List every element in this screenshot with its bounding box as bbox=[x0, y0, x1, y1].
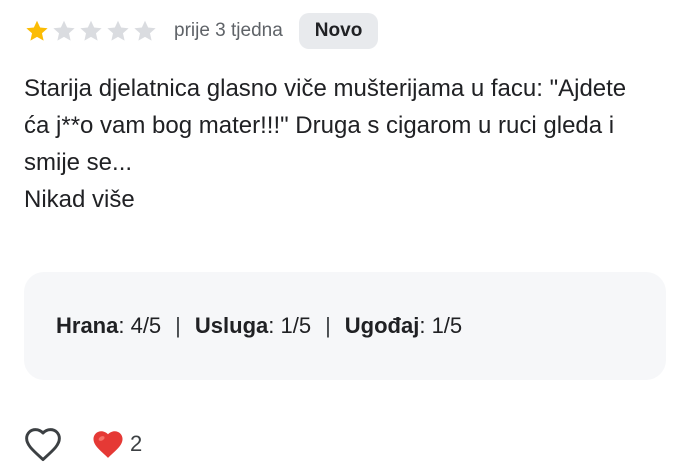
heart-outline-icon bbox=[25, 428, 61, 462]
review-actions: 2 bbox=[22, 422, 142, 466]
separator: | bbox=[175, 313, 181, 338]
like-button[interactable] bbox=[22, 424, 64, 464]
review-text-line: Nikad više bbox=[24, 186, 135, 213]
review-time: prije 3 tjedna bbox=[174, 20, 283, 41]
new-badge: Novo bbox=[298, 13, 379, 49]
food-rating-label: Hrana bbox=[56, 313, 119, 338]
star-rating bbox=[24, 18, 158, 44]
service-rating-value: : 1/5 bbox=[268, 313, 312, 338]
review-text-line: Starija djelatnica glasno viče mušterija… bbox=[24, 75, 627, 176]
red-heart-icon bbox=[93, 431, 123, 458]
sub-ratings-panel: Hrana: 4/5 | Usluga: 1/5 | Ugođaj: 1/5 bbox=[24, 272, 666, 380]
reaction-count: 2 bbox=[130, 431, 143, 456]
service-rating-label: Usluga bbox=[194, 313, 269, 338]
reaction-summary[interactable]: 2 bbox=[90, 428, 142, 460]
star-empty-icon bbox=[107, 20, 129, 41]
review-text: Starija djelatnica glasno viče mušterija… bbox=[24, 70, 654, 218]
separator: | bbox=[325, 313, 331, 338]
star-empty-icon bbox=[53, 20, 75, 41]
star-filled-icon bbox=[26, 20, 48, 41]
star-empty-icon bbox=[80, 20, 102, 41]
food-rating-value: : 4/5 bbox=[118, 313, 162, 338]
star-empty-icon bbox=[134, 20, 156, 41]
atmosphere-rating-value: : 1/5 bbox=[419, 313, 463, 338]
review-header: prije 3 tjedna Novo bbox=[24, 12, 379, 50]
atmosphere-rating-label: Ugođaj bbox=[344, 313, 420, 338]
